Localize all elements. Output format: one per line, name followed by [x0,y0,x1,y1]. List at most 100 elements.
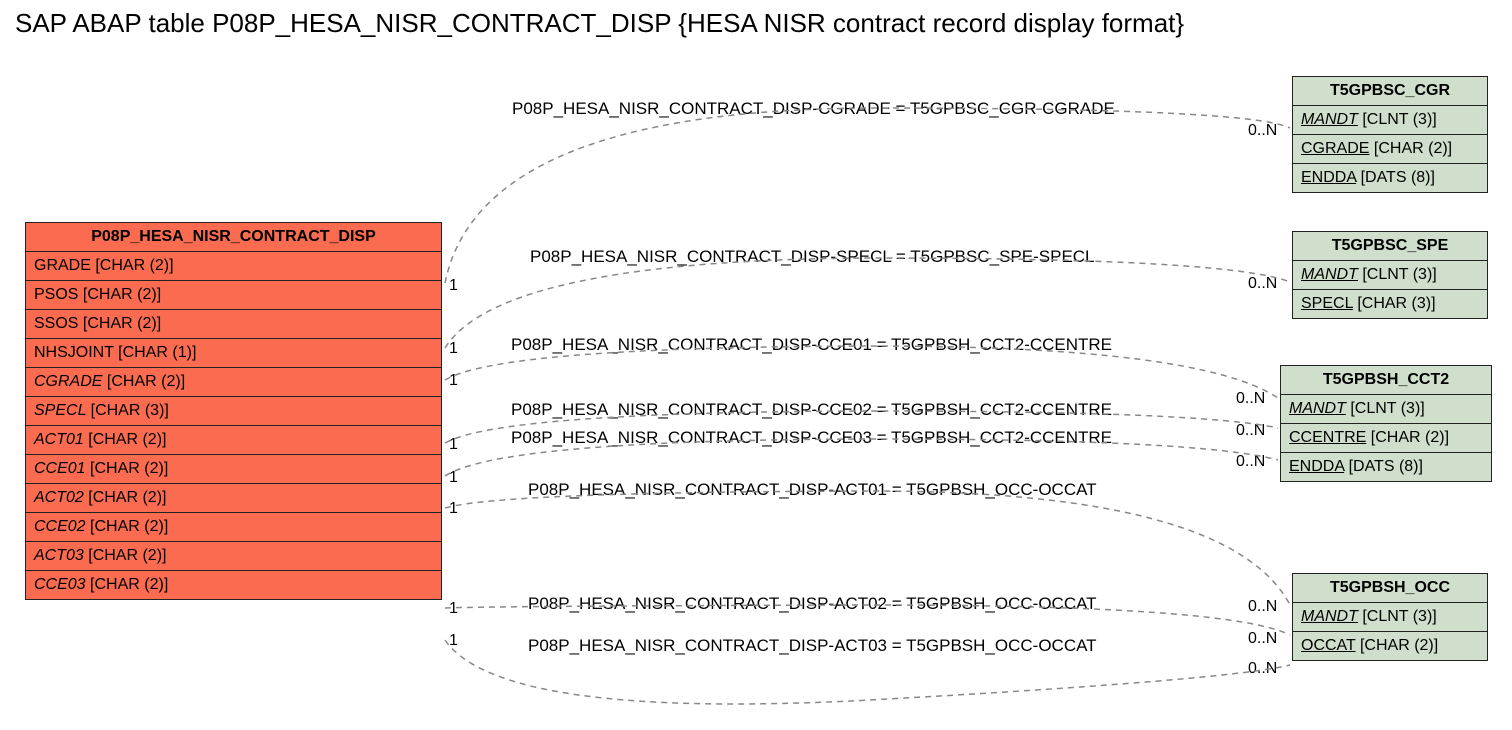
main-field-row: ACT02 [CHAR (2)] [26,484,441,513]
field-name: SPECL [34,402,91,419]
ref-field-row: CGRADE [CHAR (2)] [1293,135,1487,164]
relation-label: P08P_HESA_NISR_CONTRACT_DISP-CCE01 = T5G… [511,335,1112,355]
cardinality-right: 0..N [1248,630,1277,648]
main-entity-table: P08P_HESA_NISR_CONTRACT_DISP GRADE [CHAR… [25,222,442,600]
cardinality-right: 0..N [1248,122,1277,140]
ref-entity-cgr: T5GPBSC_CGRMANDT [CLNT (3)]CGRADE [CHAR … [1292,76,1488,193]
field-name: PSOS [34,286,83,303]
ref-field-type: [CHAR (3)] [1353,295,1436,312]
ref-field-name: CCENTRE [1289,429,1366,446]
ref-field-name: MANDT [1301,111,1358,128]
field-type: [CHAR (2)] [107,373,185,390]
cardinality-left: 1 [449,500,458,518]
cardinality-left: 1 [449,436,458,454]
main-field-row: NHSJOINT [CHAR (1)] [26,339,441,368]
ref-field-type: [CLNT (3)] [1346,400,1425,417]
ref-field-row: MANDT [CLNT (3)] [1281,395,1491,424]
ref-field-row: CCENTRE [CHAR (2)] [1281,424,1491,453]
cardinality-left: 1 [449,277,458,295]
ref-entity-name: T5GPBSC_SPE [1293,232,1487,261]
ref-field-type: [CLNT (3)] [1358,266,1437,283]
field-type: [CHAR (2)] [90,518,168,535]
ref-field-type: [CHAR (2)] [1366,429,1449,446]
ref-field-row: ENDDA [DATS (8)] [1281,453,1491,481]
main-field-row: CCE01 [CHAR (2)] [26,455,441,484]
cardinality-right: 0..N [1236,390,1265,408]
cardinality-right: 0..N [1248,660,1277,678]
field-name: ACT02 [34,489,88,506]
ref-field-row: MANDT [CLNT (3)] [1293,106,1487,135]
field-type: [CHAR (3)] [91,402,169,419]
main-field-row: GRADE [CHAR (2)] [26,252,441,281]
ref-entity-spe: T5GPBSC_SPEMANDT [CLNT (3)]SPECL [CHAR (… [1292,231,1488,319]
ref-entity-occ: T5GPBSH_OCCMANDT [CLNT (3)]OCCAT [CHAR (… [1292,573,1488,661]
main-field-row: CCE03 [CHAR (2)] [26,571,441,599]
ref-field-type: [CHAR (2)] [1356,637,1439,654]
cardinality-right: 0..N [1248,598,1277,616]
field-type: [CHAR (2)] [95,257,173,274]
ref-field-row: MANDT [CLNT (3)] [1293,603,1487,632]
field-name: ACT03 [34,547,88,564]
main-field-row: ACT01 [CHAR (2)] [26,426,441,455]
field-type: [CHAR (2)] [90,460,168,477]
field-name: ACT01 [34,431,88,448]
ref-field-name: SPECL [1301,295,1353,312]
relation-label: P08P_HESA_NISR_CONTRACT_DISP-ACT02 = T5G… [528,594,1097,614]
field-type: [CHAR (2)] [88,431,166,448]
ref-field-name: OCCAT [1301,637,1356,654]
cardinality-left: 1 [449,372,458,390]
cardinality-right: 0..N [1236,453,1265,471]
relation-label: P08P_HESA_NISR_CONTRACT_DISP-ACT03 = T5G… [528,636,1097,656]
ref-field-type: [DATS (8)] [1356,169,1435,186]
main-field-row: CCE02 [CHAR (2)] [26,513,441,542]
field-type: [CHAR (2)] [83,315,161,332]
relation-label: P08P_HESA_NISR_CONTRACT_DISP-CGRADE = T5… [512,99,1115,119]
field-name: CGRADE [34,373,107,390]
ref-entity-name: T5GPBSH_OCC [1293,574,1487,603]
ref-field-row: MANDT [CLNT (3)] [1293,261,1487,290]
ref-field-name: ENDDA [1301,169,1356,186]
relation-label: P08P_HESA_NISR_CONTRACT_DISP-CCE02 = T5G… [511,400,1112,420]
field-name: CCE03 [34,576,90,593]
ref-entity-name: T5GPBSC_CGR [1293,77,1487,106]
field-type: [CHAR (1)] [118,344,196,361]
ref-field-type: [DATS (8)] [1344,458,1423,475]
ref-field-row: OCCAT [CHAR (2)] [1293,632,1487,660]
field-type: [CHAR (2)] [90,576,168,593]
ref-field-type: [CLNT (3)] [1358,608,1437,625]
ref-field-name: MANDT [1301,266,1358,283]
relation-label: P08P_HESA_NISR_CONTRACT_DISP-ACT01 = T5G… [528,480,1097,500]
ref-field-name: MANDT [1289,400,1346,417]
cardinality-left: 1 [449,600,458,618]
cardinality-left: 1 [449,632,458,650]
cardinality-left: 1 [449,469,458,487]
field-name: SSOS [34,315,83,332]
main-field-row: SSOS [CHAR (2)] [26,310,441,339]
field-name: CCE02 [34,518,90,535]
field-type: [CHAR (2)] [88,489,166,506]
main-entity-name: P08P_HESA_NISR_CONTRACT_DISP [26,223,441,252]
page-title: SAP ABAP table P08P_HESA_NISR_CONTRACT_D… [15,8,1184,39]
main-field-row: CGRADE [CHAR (2)] [26,368,441,397]
ref-field-row: SPECL [CHAR (3)] [1293,290,1487,318]
ref-entity-cct2: T5GPBSH_CCT2MANDT [CLNT (3)]CCENTRE [CHA… [1280,365,1492,482]
field-type: [CHAR (2)] [88,547,166,564]
main-field-row: SPECL [CHAR (3)] [26,397,441,426]
cardinality-left: 1 [449,340,458,358]
main-field-row: PSOS [CHAR (2)] [26,281,441,310]
field-type: [CHAR (2)] [83,286,161,303]
ref-entity-name: T5GPBSH_CCT2 [1281,366,1491,395]
cardinality-right: 0..N [1236,422,1265,440]
ref-field-type: [CLNT (3)] [1358,111,1437,128]
ref-field-row: ENDDA [DATS (8)] [1293,164,1487,192]
ref-field-type: [CHAR (2)] [1369,140,1452,157]
relation-label: P08P_HESA_NISR_CONTRACT_DISP-CCE03 = T5G… [511,428,1112,448]
field-name: GRADE [34,257,95,274]
ref-field-name: ENDDA [1289,458,1344,475]
cardinality-right: 0..N [1248,275,1277,293]
main-field-row: ACT03 [CHAR (2)] [26,542,441,571]
ref-field-name: MANDT [1301,608,1358,625]
field-name: CCE01 [34,460,90,477]
field-name: NHSJOINT [34,344,118,361]
relation-label: P08P_HESA_NISR_CONTRACT_DISP-SPECL = T5G… [530,247,1095,267]
